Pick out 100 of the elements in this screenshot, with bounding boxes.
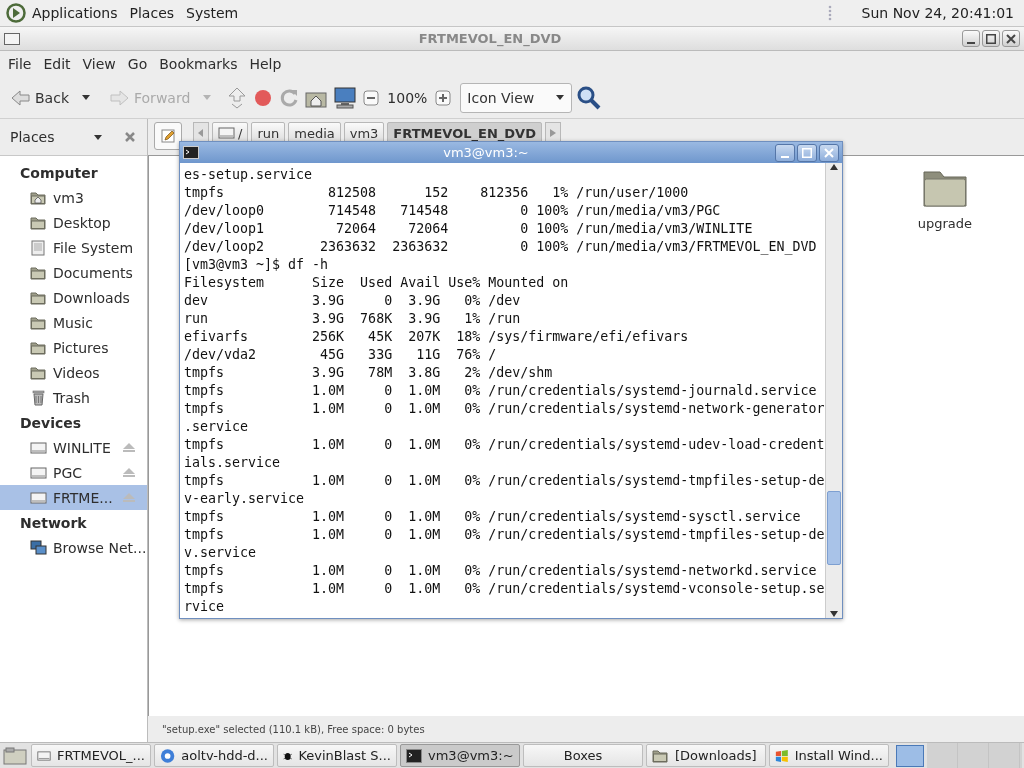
terminal-icon xyxy=(183,146,199,159)
sidebar-item[interactable]: Videos xyxy=(0,360,147,385)
network-icon xyxy=(30,539,47,556)
minimize-button[interactable] xyxy=(962,30,980,47)
panel-clock: Sun Nov 24, 20:41:01 xyxy=(861,5,1014,21)
menu-item[interactable]: View xyxy=(76,56,122,72)
zoom-in-icon[interactable] xyxy=(434,88,453,107)
workspace-switcher[interactable] xyxy=(896,744,924,767)
taskbar-button[interactable]: vm3@vm3:~ xyxy=(400,744,520,767)
app-logo-icon xyxy=(6,3,26,23)
terminal-line: tmpfs 3.9G 78M 3.8G 2% /dev/shm xyxy=(184,364,554,382)
maximize-button[interactable] xyxy=(797,143,817,162)
back-button[interactable]: Back xyxy=(6,85,73,110)
scroll-right-button[interactable] xyxy=(544,122,561,144)
folder-icon xyxy=(30,364,47,381)
terminal-line: efivarfs 256K 45K 207K 18% /sys/firmware/efi/efivars xyxy=(184,328,690,346)
close-icon[interactable] xyxy=(123,130,137,144)
window-icon xyxy=(4,32,20,45)
menu-item[interactable]: Go xyxy=(121,56,154,72)
left-arrow-icon xyxy=(198,129,204,137)
terminal-line: .service xyxy=(184,418,250,436)
menu-item[interactable]: Edit xyxy=(37,56,77,72)
folder-icon xyxy=(30,339,47,356)
sidebar-item[interactable]: Documents xyxy=(0,260,147,285)
zoom-out-icon[interactable] xyxy=(362,88,381,107)
caret-icon[interactable] xyxy=(93,133,103,141)
sidebar-title[interactable]: Places xyxy=(10,129,87,145)
menu-item[interactable]: Help xyxy=(243,56,288,72)
menu-item[interactable]: File xyxy=(2,56,38,72)
terminal-line: /dev/vda2 45G 33G 11G 76% / xyxy=(184,346,498,364)
path-button[interactable]: vm3 xyxy=(343,122,385,144)
terminal-line: v-early.service xyxy=(184,490,306,508)
maximize-button[interactable] xyxy=(982,30,1000,47)
edit-location-button[interactable] xyxy=(154,122,182,150)
minimize-button[interactable] xyxy=(775,143,795,162)
terminal-line: tmpfs 1.0M 0 1.0M 0% /run/credentials/systemd-journald.service xyxy=(184,382,818,400)
sidebar-item[interactable]: File System xyxy=(0,235,147,260)
home-folder-icon xyxy=(30,189,47,206)
taskbar-button[interactable]: Install Wind... xyxy=(769,744,889,767)
show-desktop-icon[interactable] xyxy=(2,745,28,766)
taskbar-button[interactable]: [Downloads] xyxy=(646,744,766,767)
sidebar-item[interactable]: WINLITE xyxy=(0,435,147,460)
folder-icon xyxy=(652,747,669,764)
view-dropdown[interactable]: Icon View xyxy=(460,82,573,113)
close-button[interactable] xyxy=(819,143,839,162)
drive-icon xyxy=(30,439,47,456)
caret-icon xyxy=(555,94,566,101)
sidebar-item[interactable]: Trash xyxy=(0,385,147,410)
terminal-line: v.service xyxy=(184,544,258,562)
status-text: "setup.exe" selected (110.1 kB), Free space: 0 bytes xyxy=(161,722,426,737)
close-icon xyxy=(1006,33,1016,44)
eject-icon[interactable] xyxy=(121,441,137,454)
caret-icon[interactable] xyxy=(81,94,91,101)
minimize-icon xyxy=(967,41,975,44)
path-button[interactable]: / xyxy=(212,122,249,144)
drive-icon xyxy=(30,239,47,256)
terminal-line: tmpfs 1.0M 0 1.0M 0% /run/credentials/systemd-networkd.service xyxy=(184,562,818,580)
close-icon xyxy=(824,147,834,158)
window-title: FRTMEVOL_EN_DVD xyxy=(417,31,563,46)
terminal-line: [vm3@vm3 ~]$ df -h xyxy=(184,256,330,274)
sidebar-item[interactable]: FRTME... xyxy=(0,485,147,510)
scrollbar[interactable] xyxy=(825,163,842,618)
sidebar-item[interactable]: vm3 xyxy=(0,185,147,210)
sidebar-item[interactable]: PGC xyxy=(0,460,147,485)
path-button[interactable]: run xyxy=(251,122,286,144)
sidebar-item[interactable]: Pictures xyxy=(0,335,147,360)
computer-icon[interactable] xyxy=(332,85,359,110)
path-button[interactable]: media xyxy=(288,122,341,144)
folder-item[interactable]: upgrade xyxy=(917,168,972,231)
panel-menu[interactable]: Applications xyxy=(26,5,124,21)
terminal-line: /dev/loop2 2363632 2363632 0 100% /run/media/vm3/FRTMEVOL_EN_DVD xyxy=(184,238,818,256)
terminal-line: run 3.9G 768K 3.9G 1% /run xyxy=(184,310,522,328)
folder-icon xyxy=(921,168,968,208)
right-arrow-icon xyxy=(549,129,556,137)
sidebar-item[interactable]: Browse Net... xyxy=(0,535,147,560)
back-arrow-icon xyxy=(10,87,31,108)
taskbar-button[interactable]: FRTMEVOL_... xyxy=(31,744,151,767)
close-button[interactable] xyxy=(1002,30,1020,47)
sidebar-item[interactable]: Desktop xyxy=(0,210,147,235)
scroll-thumb[interactable] xyxy=(827,491,841,565)
up-arrow-icon xyxy=(829,163,839,171)
trash-icon xyxy=(30,389,47,406)
taskbar-button[interactable]: Boxes xyxy=(523,744,643,767)
panel-handle-icon xyxy=(827,5,832,21)
drive-icon xyxy=(30,464,47,481)
taskbar-button[interactable]: aoltv-hdd-d... xyxy=(154,744,274,767)
path-button[interactable]: FRTMEVOL_EN_DVD xyxy=(387,122,542,144)
minimize-icon xyxy=(781,155,789,158)
terminal-icon xyxy=(406,748,422,763)
eject-icon[interactable] xyxy=(121,466,137,479)
panel-menu[interactable]: Places xyxy=(123,5,181,21)
sidebar-item[interactable]: Music xyxy=(0,310,147,335)
sidebar-item[interactable]: Downloads xyxy=(0,285,147,310)
search-icon[interactable] xyxy=(576,84,603,111)
taskbar-button[interactable]: KevinBlast S... xyxy=(277,744,397,767)
panel-menu[interactable]: System xyxy=(180,5,245,21)
terminal-line: /dev/loop0 714548 714548 0 100% /run/media/vm3/PGC xyxy=(184,202,722,220)
terminal-line: rvice xyxy=(184,598,226,616)
scroll-left-button[interactable] xyxy=(193,122,209,144)
menu-item[interactable]: Bookmarks xyxy=(153,56,244,72)
